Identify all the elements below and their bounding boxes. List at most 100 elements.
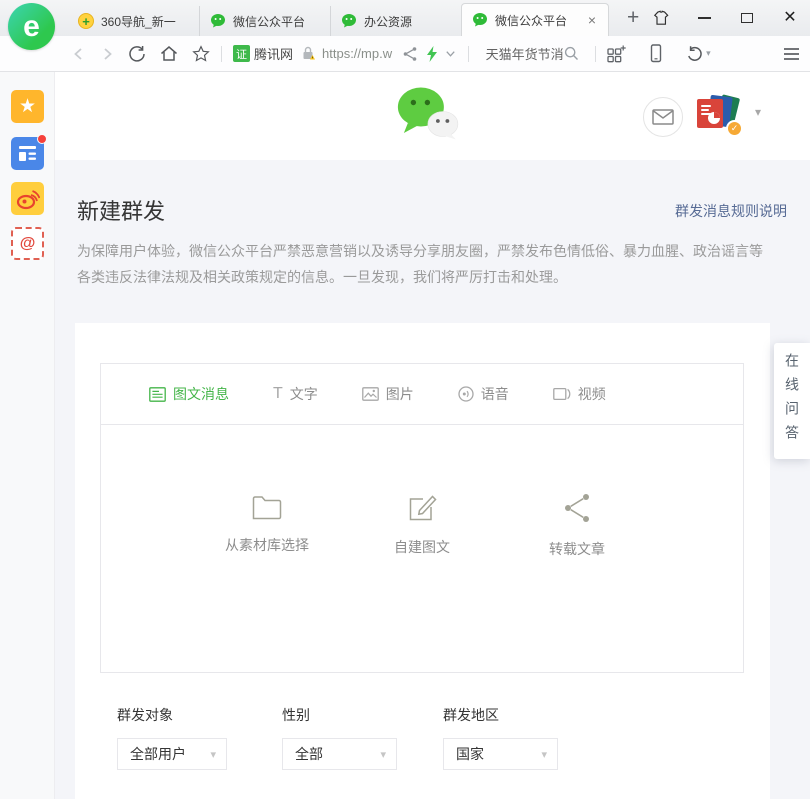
weibo-rail-icon[interactable]	[11, 182, 44, 215]
main-menu-icon[interactable]	[783, 47, 800, 61]
browser-toolbar: 证 腾讯网 https://mp.w 天猫年货节消 ▾	[0, 36, 810, 72]
tab-wechat-mp-1[interactable]: 微信公众平台	[199, 6, 330, 36]
tab-label: 办公资源	[364, 13, 451, 30]
home-button[interactable]	[160, 45, 178, 62]
toolbar-divider	[221, 46, 222, 62]
broadcast-filter-form: 群发对象 全部用户 ▾ 性别 全部 ▾ 群发地区	[117, 705, 558, 770]
minimize-button[interactable]	[696, 10, 712, 26]
tab-text-message[interactable]: T 文字	[273, 384, 318, 404]
undo-recent-icon[interactable]	[686, 45, 704, 62]
account-avatar[interactable]: ✓	[697, 93, 739, 135]
video-icon	[553, 386, 571, 402]
tab-voice-message[interactable]: 语音	[458, 384, 509, 404]
tab-office-resources[interactable]: 办公资源	[330, 6, 461, 36]
folder-icon	[250, 491, 284, 521]
tab-article-message[interactable]: 图文消息	[149, 384, 229, 404]
360nav-favicon-icon: +	[78, 13, 94, 29]
image-icon	[362, 387, 379, 401]
field-label: 性别	[282, 705, 397, 725]
caret-down-icon: ▾	[380, 748, 386, 761]
article-icon	[149, 387, 166, 402]
voice-icon	[458, 386, 474, 402]
search-input[interactable]: 天猫年货节消	[486, 44, 564, 63]
refresh-button[interactable]	[128, 45, 146, 63]
site-verified-badge[interactable]: 证	[233, 45, 250, 62]
skin-tshirt-icon[interactable]	[653, 10, 669, 26]
text-t-icon: T	[273, 386, 283, 402]
browser-viewport: ★ @	[0, 72, 810, 799]
lock-warning-icon[interactable]	[301, 46, 316, 61]
tab-image-message[interactable]: 图片	[362, 384, 414, 404]
mp-page-header: ✓ ▾	[55, 72, 810, 160]
back-button[interactable]	[72, 47, 86, 61]
avatar-layer	[697, 99, 723, 128]
online-qa-label: 在线问答	[782, 353, 802, 449]
option-repost-article[interactable]: 转载文章	[515, 491, 640, 559]
toolbar-divider	[468, 46, 469, 62]
wechat-favicon-icon	[472, 12, 488, 28]
online-qa-tab[interactable]: 在线问答	[774, 343, 810, 459]
select-value: 全部用户	[130, 744, 186, 764]
browser-logo-icon[interactable]: e	[8, 3, 55, 50]
wechat-favicon-icon	[341, 13, 357, 29]
maximize-button[interactable]	[739, 10, 755, 26]
tab-video-message[interactable]: 视频	[553, 384, 606, 404]
option-create-article[interactable]: 自建图文	[360, 491, 485, 559]
field-label: 群发地区	[443, 705, 558, 725]
undo-caret-down-icon[interactable]: ▾	[706, 48, 711, 59]
browser-side-rail: ★ @	[0, 72, 55, 799]
policy-notice-text: 为保障用户体验，微信公众平台严禁恶意营销以及诱导分享朋友圈，严禁发布色情低俗、暴…	[77, 238, 775, 290]
share-nodes-icon	[561, 491, 593, 525]
region-select[interactable]: 国家 ▾	[443, 738, 558, 770]
favorites-star-icon[interactable]	[192, 45, 210, 63]
account-caret-down-icon[interactable]: ▾	[755, 105, 761, 119]
mobile-phone-icon[interactable]	[648, 44, 664, 63]
url-chevron-down-icon[interactable]	[444, 47, 457, 60]
new-tab-button[interactable]: +	[621, 0, 645, 36]
broadcast-card: 图文消息 T 文字 图片 语音	[75, 323, 770, 799]
gender-select[interactable]: 全部 ▾	[282, 738, 397, 770]
verified-check-badge: ✓	[726, 120, 743, 137]
browser-window: e + 360导航_新一 微信公众平台 办公资源	[0, 0, 810, 799]
site-name[interactable]: 腾讯网	[254, 44, 293, 63]
caret-down-icon: ▾	[541, 748, 547, 761]
tab-label: 文字	[290, 384, 318, 404]
wechat-favicon-icon	[210, 13, 226, 29]
tab-close-icon[interactable]: ×	[586, 13, 598, 27]
mail-rail-icon[interactable]: @	[11, 227, 44, 260]
url-text[interactable]: https://mp.w	[322, 46, 392, 61]
window-controls: ✕	[653, 0, 798, 36]
option-from-material-library[interactable]: 从素材库选择	[205, 491, 330, 559]
notification-dot	[37, 134, 47, 144]
search-icon	[564, 46, 579, 61]
title-row: 新建群发 群发消息规则说明	[77, 194, 787, 226]
wechat-logo-icon	[395, 86, 459, 140]
field-gender: 性别 全部 ▾	[282, 705, 397, 770]
page-title: 新建群发	[77, 194, 165, 226]
tab-label: 语音	[481, 384, 509, 404]
quick-search-box[interactable]: 天猫年货节消	[480, 44, 584, 63]
field-label: 群发对象	[117, 705, 227, 725]
tab-label: 图文消息	[173, 384, 229, 404]
caret-down-icon: ▾	[210, 748, 216, 761]
broadcast-rules-link[interactable]: 群发消息规则说明	[675, 201, 787, 221]
message-type-tabs: 图文消息 T 文字 图片 语音	[101, 364, 743, 425]
favorites-rail-icon[interactable]: ★	[11, 90, 44, 123]
tab-360-nav[interactable]: + 360导航_新一	[68, 6, 199, 36]
tab-label: 图片	[386, 384, 414, 404]
close-window-button[interactable]: ✕	[782, 10, 798, 26]
select-value: 国家	[456, 744, 484, 764]
option-label: 转载文章	[515, 539, 640, 559]
tab-wechat-mp-active[interactable]: 微信公众平台 ×	[461, 3, 609, 36]
field-broadcast-target: 群发对象 全部用户 ▾	[117, 705, 227, 770]
extensions-grid-icon[interactable]	[607, 45, 626, 63]
speed-bolt-icon[interactable]	[426, 46, 438, 62]
tab-label: 微信公众平台	[233, 13, 320, 30]
share-icon[interactable]	[402, 46, 418, 62]
forward-button[interactable]	[100, 47, 114, 61]
tab-label: 360导航_新一	[101, 13, 189, 30]
messages-envelope-button[interactable]	[643, 97, 683, 137]
field-broadcast-region: 群发地区 国家 ▾	[443, 705, 558, 770]
news-feed-rail-icon[interactable]	[11, 137, 44, 170]
target-select[interactable]: 全部用户 ▾	[117, 738, 227, 770]
